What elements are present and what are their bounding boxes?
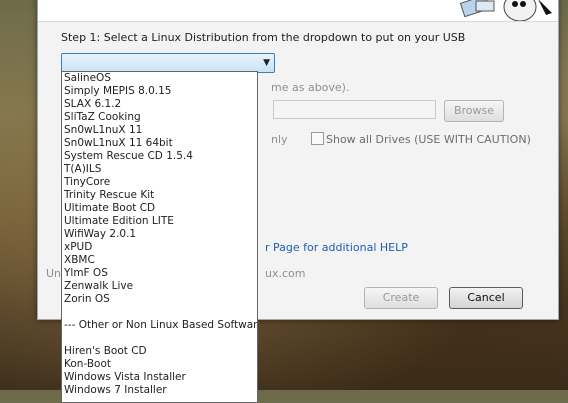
list-item[interactable]: TinyCore (62, 176, 257, 189)
list-item[interactable]: Windows Vista Installer (62, 371, 257, 384)
list-item[interactable]: Zenwalk Live (62, 280, 257, 293)
help-link[interactable]: r Page for additional HELP (265, 241, 408, 254)
list-item[interactable]: Sn0wL1nuX 11 (62, 124, 257, 137)
list-item[interactable]: WifiWay 2.0.1 (62, 228, 257, 241)
distribution-dropdown[interactable]: ▼ (61, 53, 275, 73)
list-separator-label: --- Other or Non Linux Based Software --… (64, 319, 258, 331)
list-item[interactable]: Ultimate Boot CD (62, 202, 257, 215)
step1-label: Step 1: Select a Linux Distribution from… (61, 31, 466, 44)
list-item[interactable]: System Rescue CD 1.5.4 (62, 150, 257, 163)
list-item[interactable]: Ultimate Edition LITE (62, 215, 257, 228)
list-item[interactable]: xPUD (62, 241, 257, 254)
tux-mascot-icon (460, 0, 552, 21)
list-item[interactable]: Hiren's Boot CD (62, 345, 257, 358)
list-item[interactable]: Sn0wL1nuX 11 64bit (62, 137, 257, 150)
list-item[interactable]: Trinity Rescue Kit (62, 189, 257, 202)
list-item[interactable]: Kon-Boot (62, 358, 257, 371)
browse-button[interactable]: Browse (444, 100, 504, 122)
list-item[interactable]: SliTaZ Cooking (62, 111, 257, 124)
list-item[interactable]: Zorin OS (62, 293, 257, 306)
list-item[interactable]: SalineOS (62, 72, 257, 85)
chevron-down-icon[interactable]: ▼ (263, 58, 270, 68)
cancel-button[interactable]: Cancel (449, 287, 523, 309)
list-item[interactable]: XBMC (62, 254, 257, 267)
only-text: nly (271, 133, 288, 146)
list-item[interactable]: Simply MEPIS 8.0.15 (62, 85, 257, 98)
list-item[interactable]: T(A)ILS (62, 163, 257, 176)
list-item[interactable]: Windows 7 Installer (62, 384, 257, 397)
show-all-drives-label: Show all Drives (USE WITH CAUTION) (326, 133, 531, 146)
website-link[interactable]: ux.com (265, 267, 305, 280)
list-item[interactable]: SLAX 6.1.2 (62, 98, 257, 111)
step2-ghost-text: me as above). (271, 81, 350, 94)
list-item[interactable]: YlmF OS (62, 267, 257, 280)
distribution-list[interactable]: SalineOS Simply MEPIS 8.0.15 SLAX 6.1.2 Sli… (61, 71, 258, 403)
iso-path-field[interactable] (273, 100, 436, 119)
header-banner (38, 0, 558, 22)
show-all-drives-checkbox[interactable] (311, 132, 324, 145)
create-button[interactable]: Create (364, 287, 438, 309)
